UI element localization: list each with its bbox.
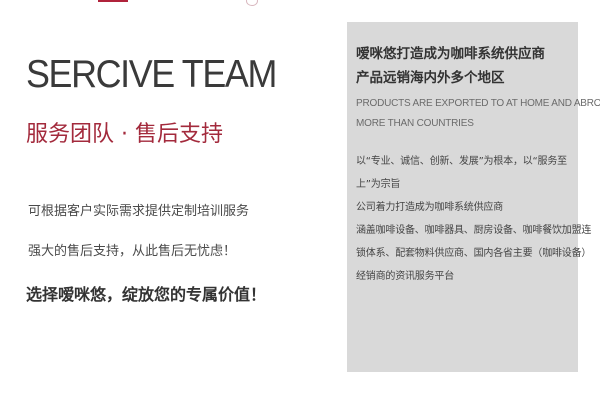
panel-description: 以“专业、诚信、创新、发展”为根本，以“服务至 上”为宗旨 公司着力打造成为咖啡… xyxy=(356,150,592,288)
panel-line: 锁体系、配套物料供应商、国内各省主要（咖啡设备） xyxy=(356,248,592,259)
panel-line: 涵盖咖啡设备、咖啡器具、厨房设备、咖啡餐饮加盟连 xyxy=(356,225,592,236)
panel-english-line-2: MORE THAN COUNTRIES xyxy=(356,118,474,129)
section-subtitle: 服务团队 · 售后支持 xyxy=(26,122,223,147)
panel-line: 公司着力打造成为咖啡系统供应商 xyxy=(356,202,503,213)
panel-english-text: PRODUCTS ARE EXPORTED TO AT HOME AND ABR… xyxy=(356,94,600,134)
section-title: SERCIVE TEAM xyxy=(26,53,277,96)
panel-line: 经销商的资讯服务平台 xyxy=(356,271,454,282)
panel-line: 以“专业、诚信、创新、发展”为根本，以“服务至 xyxy=(356,156,567,167)
top-accent-line xyxy=(98,0,128,2)
panel-heading-2: 产品远销海内外多个地区 xyxy=(356,70,505,86)
panel-english-line-1: PRODUCTS ARE EXPORTED TO AT HOME AND ABR… xyxy=(356,98,600,109)
panel-line: 上”为宗旨 xyxy=(356,179,401,190)
panel-heading-1: 嗳咪悠打造成为咖啡系统供应商 xyxy=(356,46,545,62)
training-service-text: 可根据客户实际需求提供定制培训服务 xyxy=(28,204,250,219)
slogan-text: 选择嗳咪悠，绽放您的专属价值！ xyxy=(26,285,267,304)
after-sales-text: 强大的售后支持，从此售后无忧虑！ xyxy=(28,244,237,259)
company-info-panel: 嗳咪悠打造成为咖啡系统供应商 产品远销海内外多个地区 PRODUCTS ARE … xyxy=(347,22,600,372)
logo-mark-icon xyxy=(246,0,258,6)
